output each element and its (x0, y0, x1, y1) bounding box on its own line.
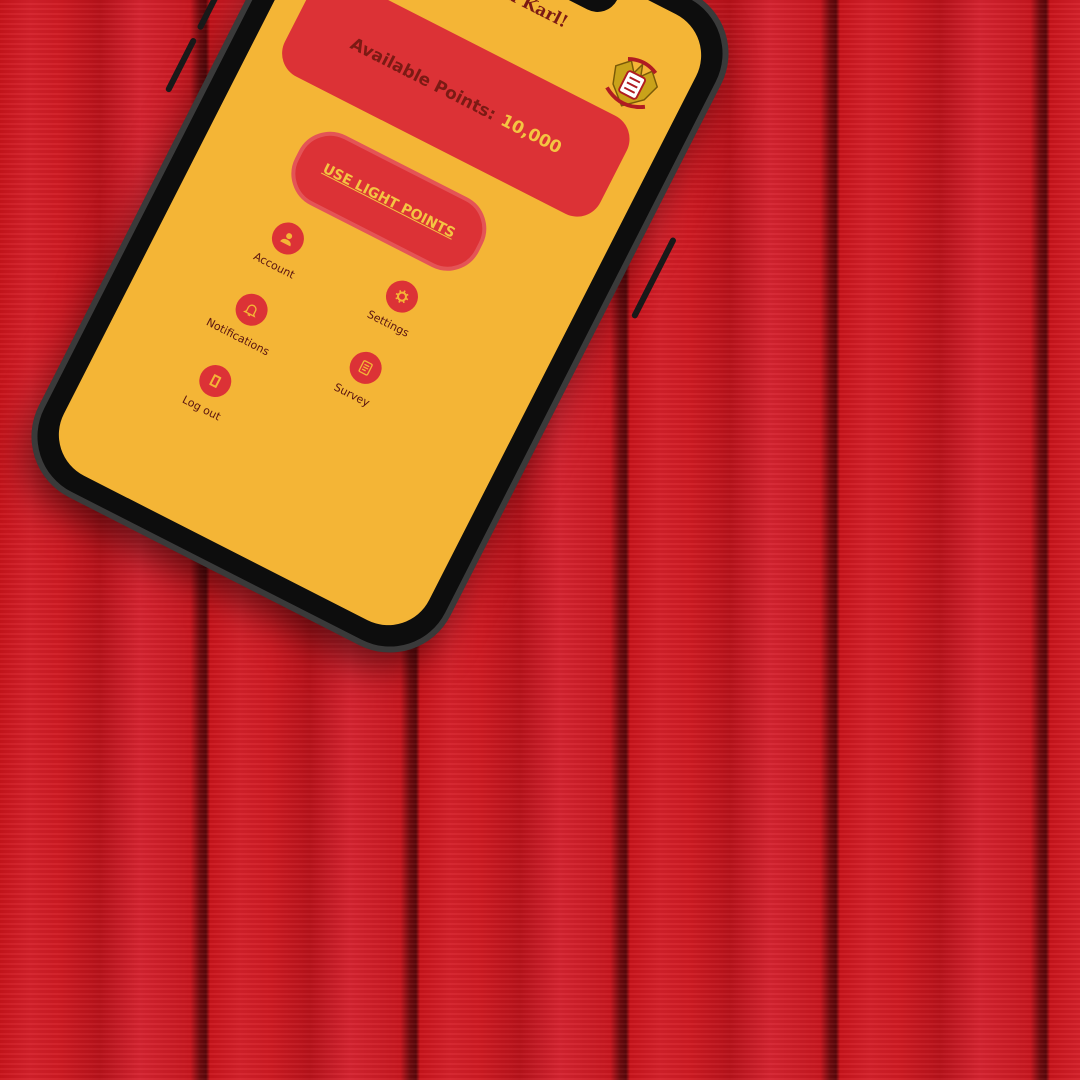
menu-item-settings[interactable]: Settings (341, 260, 454, 353)
points-label: Available Points: (346, 34, 500, 125)
points-value: 10,000 (497, 110, 565, 159)
menu-item-survey[interactable]: Survey (304, 331, 417, 424)
list-icon (358, 360, 373, 376)
menu-item-account[interactable]: Account (227, 202, 340, 295)
menu-item-logout[interactable]: Log out (154, 344, 267, 437)
notifications-icon-button[interactable] (230, 288, 274, 332)
settings-icon-button[interactable] (380, 275, 424, 319)
survey-icon-button[interactable] (344, 346, 388, 390)
account-icon-button[interactable] (266, 216, 310, 261)
gear-icon (395, 290, 409, 304)
bell-icon (242, 304, 257, 318)
logout-icon-button[interactable] (193, 359, 237, 403)
menu-item-notifications[interactable]: Notifications (190, 273, 303, 366)
user-icon (280, 233, 293, 247)
use-light-points-label: USE LIGHT POINTS (319, 160, 458, 242)
logout-icon (209, 374, 222, 388)
